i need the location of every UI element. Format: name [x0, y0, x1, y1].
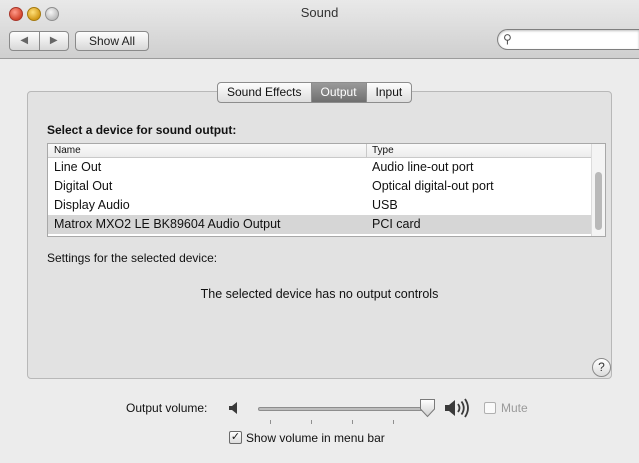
- settings-label: Settings for the selected device:: [47, 251, 218, 265]
- tab-input[interactable]: Input: [365, 83, 412, 102]
- volume-slider-knob[interactable]: [419, 398, 436, 418]
- tab-output[interactable]: Output: [310, 83, 366, 102]
- slider-tick: [270, 420, 271, 424]
- table-header: Name Type: [48, 144, 593, 158]
- triangle-left-icon: ◀: [20, 35, 29, 46]
- table-row[interactable]: Digital Out Optical digital-out port: [48, 177, 593, 196]
- column-header-type[interactable]: Type: [372, 144, 394, 157]
- show-all-button[interactable]: Show All: [75, 31, 149, 51]
- triangle-right-icon: ▶: [49, 35, 58, 46]
- device-type: Audio line-out port: [372, 160, 474, 174]
- volume-slider-track[interactable]: [258, 407, 434, 411]
- table-scrollbar[interactable]: [591, 144, 605, 236]
- output-volume-label: Output volume:: [126, 401, 208, 415]
- window-title: Sound: [300, 5, 339, 20]
- table-row-selected[interactable]: Matrox MXO2 LE BK89604 Audio Output PCI …: [48, 215, 593, 234]
- output-device-table[interactable]: Name Type Line Out Audio line-out port D…: [47, 143, 606, 237]
- device-name: Line Out: [54, 160, 102, 174]
- tab-sound-effects[interactable]: Sound Effects: [218, 83, 310, 102]
- help-button[interactable]: ?: [592, 358, 611, 377]
- show-volume-checkbox[interactable]: ✓: [229, 431, 242, 444]
- table-row[interactable]: Display Audio USB: [48, 196, 593, 215]
- back-button[interactable]: ◀: [10, 32, 39, 50]
- section-title: Select a device for sound output:: [47, 123, 237, 137]
- device-type: Optical digital-out port: [372, 179, 494, 193]
- mute-checkbox[interactable]: [484, 402, 496, 414]
- speaker-low-icon: [229, 402, 237, 414]
- search-input[interactable]: [518, 32, 637, 48]
- tab-control: Sound Effects Output Input: [217, 82, 413, 103]
- show-volume-label: Show volume in menu bar: [246, 431, 385, 445]
- forward-button[interactable]: ▶: [38, 32, 69, 50]
- slider-tick: [393, 420, 394, 424]
- search-field[interactable]: ⚲: [497, 29, 639, 50]
- slider-tick: [311, 420, 312, 424]
- table-row[interactable]: Line Out Audio line-out port: [48, 158, 593, 177]
- magnifier-icon: ⚲: [503, 32, 512, 46]
- device-name: Display Audio: [54, 198, 130, 212]
- slider-tick: [352, 420, 353, 424]
- checkmark-icon: ✓: [230, 431, 241, 443]
- column-divider: [366, 144, 367, 157]
- back-forward-control: ◀ ▶: [9, 31, 69, 51]
- no-controls-message: The selected device has no output contro…: [200, 287, 439, 301]
- window-toolbar: Sound ◀ ▶ Show All ⚲: [0, 0, 639, 59]
- mute-label: Mute: [501, 401, 528, 415]
- column-header-name[interactable]: Name: [54, 144, 81, 157]
- device-type: PCI card: [372, 217, 421, 231]
- output-panel: Select a device for sound output: Name T…: [27, 91, 612, 379]
- device-name: Matrox MXO2 LE BK89604 Audio Output: [54, 217, 281, 231]
- device-name: Digital Out: [54, 179, 113, 193]
- speaker-high-icon: [445, 398, 469, 418]
- device-type: USB: [372, 198, 398, 212]
- scrollbar-thumb[interactable]: [595, 172, 602, 230]
